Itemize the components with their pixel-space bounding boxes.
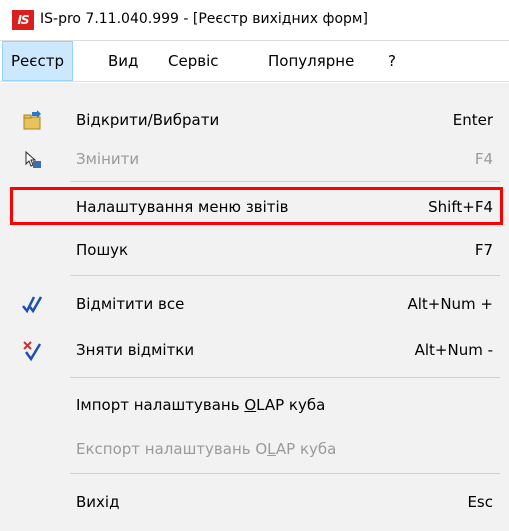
menu-item-open-select[interactable]: Відкрити/Вибрати Enter <box>0 101 509 141</box>
menu-bar: Реєстр Вид Сервіс Популярне ? <box>0 41 509 82</box>
menu-item-shortcut: Alt+Num + <box>407 295 493 313</box>
menu-separator <box>70 275 500 276</box>
app-logo-icon: IS <box>12 10 34 30</box>
menu-item-shortcut: Alt+Num - <box>414 341 493 359</box>
menu-item-label: Імпорт налаштувань OLAP куба <box>76 396 325 414</box>
edit-pointer-icon <box>22 149 44 171</box>
label-part: Імпорт налаштувань <box>76 396 245 414</box>
title-bar: IS IS-pro 7.11.040.999 - [Реєстр вихідни… <box>0 0 509 41</box>
menu-item-search[interactable]: Пошук F7 <box>0 231 509 271</box>
menu-item-edit[interactable]: Змінити F4 <box>0 140 509 180</box>
menu-item-label: Відмітити все <box>76 295 185 313</box>
menu-help[interactable]: ? <box>380 41 404 81</box>
uncheck-all-icon <box>22 340 44 362</box>
menu-separator <box>70 473 500 474</box>
menu-item-unselect-all[interactable]: Зняти відмітки Alt+Num - <box>0 331 509 371</box>
accelerator-letter: O <box>244 396 257 414</box>
menu-separator <box>70 181 500 182</box>
menu-item-label: Змінити <box>76 150 140 168</box>
menu-servis[interactable]: Сервіс <box>160 41 226 81</box>
menu-vyd[interactable]: Вид <box>100 41 146 81</box>
menu-item-shortcut: Esc <box>467 493 493 511</box>
menu-reestr[interactable]: Реєстр <box>2 41 74 81</box>
menu-item-shortcut: F4 <box>474 150 493 168</box>
menu-populiarne[interactable]: Популярне <box>260 41 362 81</box>
label-part: LAP куба <box>256 396 326 414</box>
menu-item-exit[interactable]: Вихід Esc <box>0 483 509 523</box>
reestr-dropdown-menu: Відкрити/Вибрати Enter Змінити F4 Налашт… <box>0 83 509 531</box>
menu-item-export-olap-settings[interactable]: Експорт налаштувань OLAP куба <box>0 430 509 470</box>
menu-item-import-olap-settings[interactable]: Імпорт налаштувань OLAP куба <box>0 386 509 426</box>
menu-separator <box>70 377 500 378</box>
menu-item-label: Відкрити/Вибрати <box>76 111 220 129</box>
highlight-annotation-box <box>10 187 503 225</box>
menu-item-shortcut: Enter <box>452 111 493 129</box>
label-part: AP куба <box>275 440 337 458</box>
menu-item-label: Зняти відмітки <box>76 341 195 359</box>
menu-item-shortcut: F7 <box>474 241 493 259</box>
check-all-icon <box>22 294 44 316</box>
folder-open-icon <box>22 110 44 132</box>
menu-item-label: Експорт налаштувань OLAP куба <box>76 440 336 458</box>
accelerator-letter: L <box>267 440 276 458</box>
label-part: Експорт налаштувань O <box>76 440 268 458</box>
window-title: IS-pro 7.11.040.999 - [Реєстр вихідних ф… <box>40 11 368 27</box>
menu-item-label: Пошук <box>76 241 129 259</box>
menu-item-label: Вихід <box>76 493 120 511</box>
menu-item-select-all[interactable]: Відмітити все Alt+Num + <box>0 285 509 325</box>
